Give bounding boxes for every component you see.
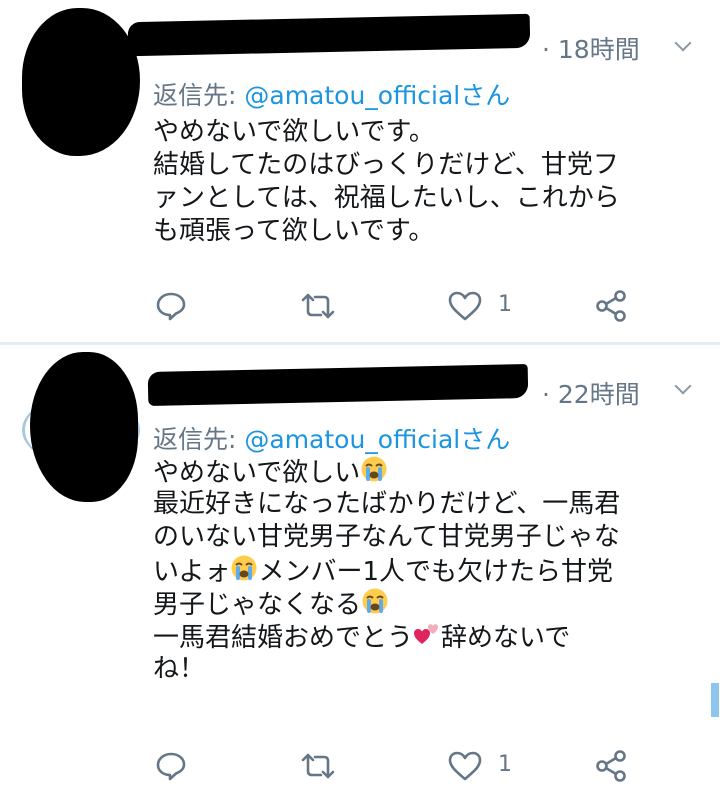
tweet-text-line: ね！ [153,654,206,684]
tweet-text-segment: やめないで欲しい [153,458,361,488]
retweet-icon [301,293,335,319]
tweet-text-line: いよォ メンバー1人でも欠けたら甘党 [153,554,713,587]
retweet-button[interactable] [300,291,336,321]
crying-face-emoji [360,455,388,492]
tweet-text: やめないで欲しい 最近好きになったばかりだけど、一馬君 のいない甘党男子なんて甘… [153,455,713,686]
like-button[interactable] [447,750,483,782]
tweet-text-segment: いよォ [153,557,231,587]
heart-icon [448,751,482,781]
avatar[interactable] [22,8,140,156]
avatar[interactable] [30,352,138,502]
tweet-text: やめないで欲しいです。 結婚してたのはびっくりだけど、甘党フ ァンとしては、祝福… [153,116,713,248]
tweet-text-segment: 一馬君結婚おめでとう [153,623,414,653]
reply-to-handle[interactable]: @amatou_official [244,81,460,110]
tweet-text-line: やめないで欲しいです。 [153,117,435,147]
reply-button[interactable] [155,290,187,322]
like-count: 1 [498,752,512,777]
tweet-text-segment: 男子じゃなくなる [153,590,362,620]
reply-to-line: 返信先: @amatou_officialさん [153,420,510,456]
tweet-text-line: も頑張って欲しいです。 [153,216,435,246]
crying-face-emoji [230,554,258,591]
share-icon [596,290,626,322]
scrollbar-thumb[interactable] [711,683,719,717]
reply-icon [156,752,186,781]
heart-icon [448,291,482,321]
reply-to-handle[interactable]: @amatou_official [244,425,460,454]
tweet-text-line: ァンとしては、祝福したいし、これから [153,183,620,213]
reply-to-label: 返信先: [153,81,245,110]
timestamp[interactable]: · 18時間 [542,30,640,66]
tweet-text-line: やめないで欲しい [153,455,713,488]
tweet-text-segment: メンバー1人でも欠けたら甘党 [258,557,614,587]
reply-to-suffix: さん [460,425,511,454]
tweet-text-line: のいない甘党男子なんて甘党男子じゃな [153,522,620,552]
reply-button[interactable] [155,750,187,782]
reply-icon [156,292,186,321]
retweet-icon [301,753,335,779]
share-icon [596,750,626,782]
reply-to-line: 返信先: @amatou_officialさん [153,76,510,112]
reply-to-suffix: さん [460,81,511,110]
crying-face-emoji [361,587,389,624]
like-count: 1 [498,292,512,317]
timestamp[interactable]: · 22時間 [542,375,640,411]
share-button[interactable] [594,749,628,783]
two-hearts-emoji [413,620,441,657]
like-button[interactable] [447,290,483,322]
reply-to-label: 返信先: [153,425,245,454]
share-button[interactable] [594,289,628,323]
tweet-text-line: 男子じゃなくなる [153,587,713,620]
tweet-text-line: 一馬君結婚おめでとう 辞めないで [153,620,713,653]
tweet-text-line: 最近好きになったばかりだけど、一馬君 [153,489,621,519]
retweet-button[interactable] [300,751,336,781]
tweet-text-line: 結婚してたのはびっくりだけど、甘党フ [153,150,619,180]
tweet-text-segment: 辞めないで [441,623,571,653]
